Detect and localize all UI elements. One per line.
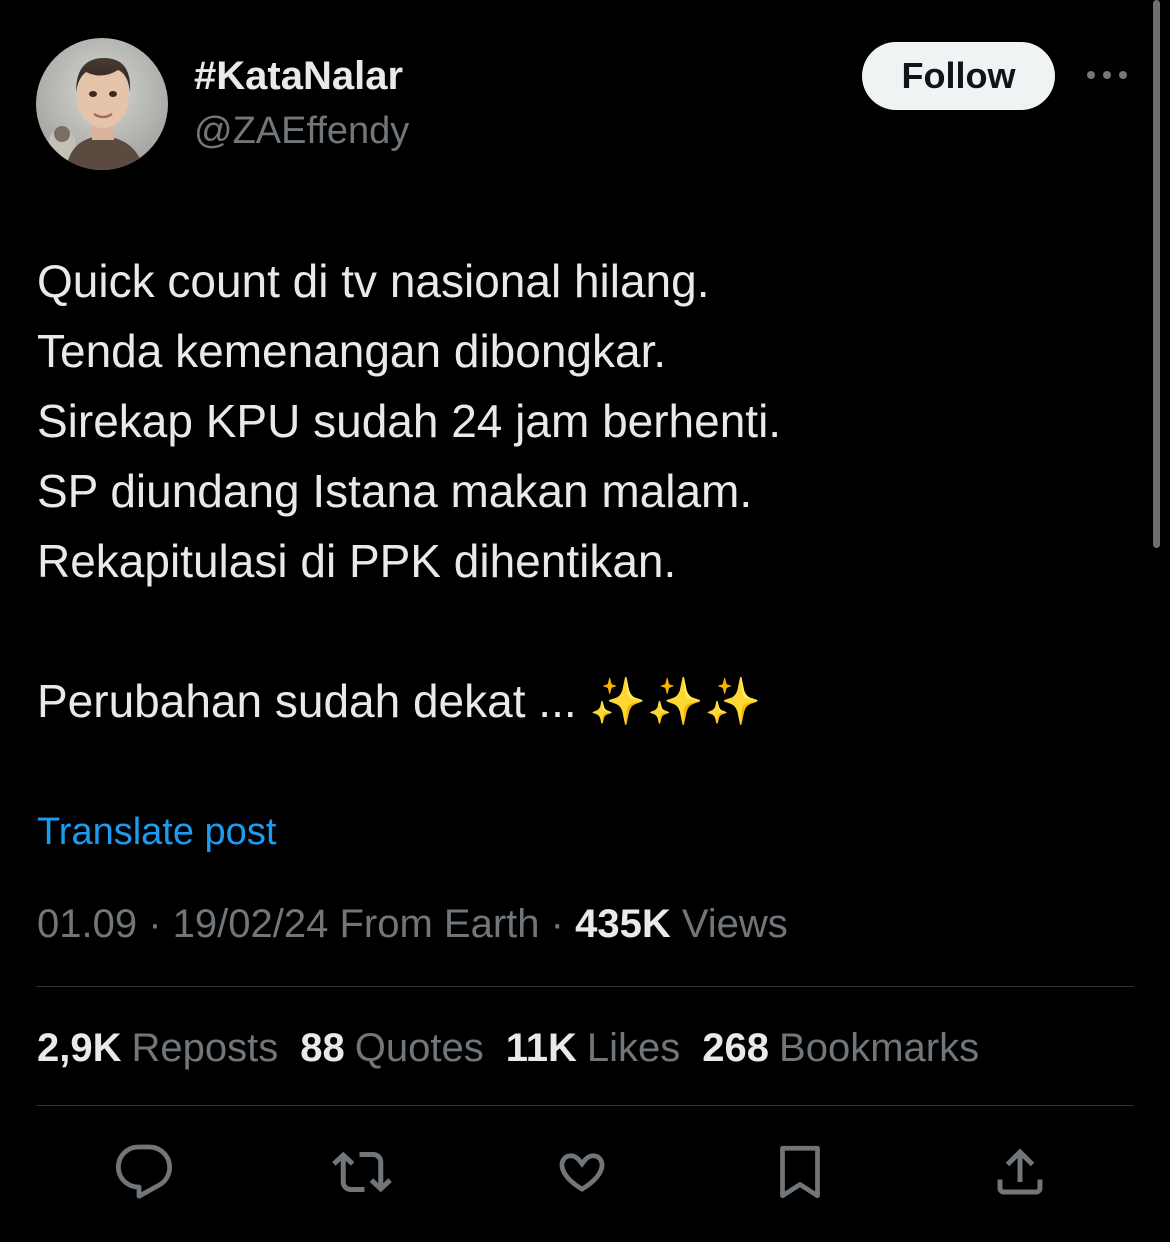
like-button[interactable] (550, 1140, 614, 1204)
bookmarks-stat[interactable]: 268 Bookmarks (702, 1026, 979, 1070)
tweet-line: Tenda kemenangan dibongkar. (37, 325, 667, 377)
repost-button[interactable] (330, 1140, 394, 1204)
views-count: 435K (575, 902, 671, 946)
tweet-line: Sirekap KPU sudah 24 jam berhenti. (37, 395, 782, 447)
views-label: Views (681, 902, 788, 946)
post-time[interactable]: 01.09 (37, 902, 137, 946)
tweet-line: Quick count di tv nasional hilang. (37, 255, 710, 307)
stat-count: 11K (505, 1026, 577, 1070)
share-button[interactable] (988, 1140, 1052, 1204)
scrollbar[interactable] (1153, 0, 1160, 548)
share-icon (997, 1148, 1043, 1195)
stat-count: 2,9K (37, 1026, 122, 1070)
meta-separator: · (137, 902, 173, 946)
repost-icon (332, 1151, 392, 1193)
reposts-stat[interactable]: 2,9K Reposts (37, 1026, 278, 1070)
more-options-icon[interactable] (1084, 62, 1130, 88)
like-icon (559, 1153, 605, 1192)
stat-label: Reposts (131, 1026, 279, 1070)
translate-post-link[interactable]: Translate post (37, 808, 276, 856)
stat-label: Bookmarks (779, 1026, 980, 1070)
display-name[interactable]: #KataNalar (194, 52, 403, 100)
bookmark-icon (780, 1145, 820, 1199)
reply-icon (116, 1144, 173, 1199)
post-date[interactable]: 19/02/24 (173, 902, 329, 946)
meta-separator: · (539, 902, 576, 946)
post-source: From Earth (339, 902, 540, 946)
engagement-stats: 2,9K Reposts 88 Quotes 11K Likes 268 Bookmarks (37, 1022, 1001, 1074)
divider (36, 986, 1134, 987)
tweet-text: Quick count di tv nasional hilang. Tenda… (37, 246, 1117, 736)
bookmark-button[interactable] (768, 1140, 832, 1204)
follow-button[interactable]: Follow (862, 42, 1055, 110)
tweet-line: Rekapitulasi di PPK dihentikan. (37, 535, 677, 587)
divider (36, 1105, 1134, 1106)
avatar[interactable] (36, 38, 168, 170)
quotes-stat[interactable]: 88 Quotes (300, 1026, 483, 1070)
reply-button[interactable] (112, 1140, 176, 1204)
likes-stat[interactable]: 11K Likes (506, 1026, 681, 1070)
tweet-line: SP diundang Istana makan malam. (37, 465, 753, 517)
stat-label: Quotes (354, 1026, 484, 1070)
stat-count: 268 (702, 1026, 770, 1070)
stat-count: 88 (300, 1026, 345, 1070)
stat-label: Likes (586, 1026, 681, 1070)
user-handle[interactable]: @ZAEffendy (194, 108, 409, 154)
tweet-line: Perubahan sudah dekat ... ✨✨✨ (37, 675, 762, 727)
post-metadata: 01.09 · 19/02/24 From Earth · 435K Views (37, 898, 788, 950)
